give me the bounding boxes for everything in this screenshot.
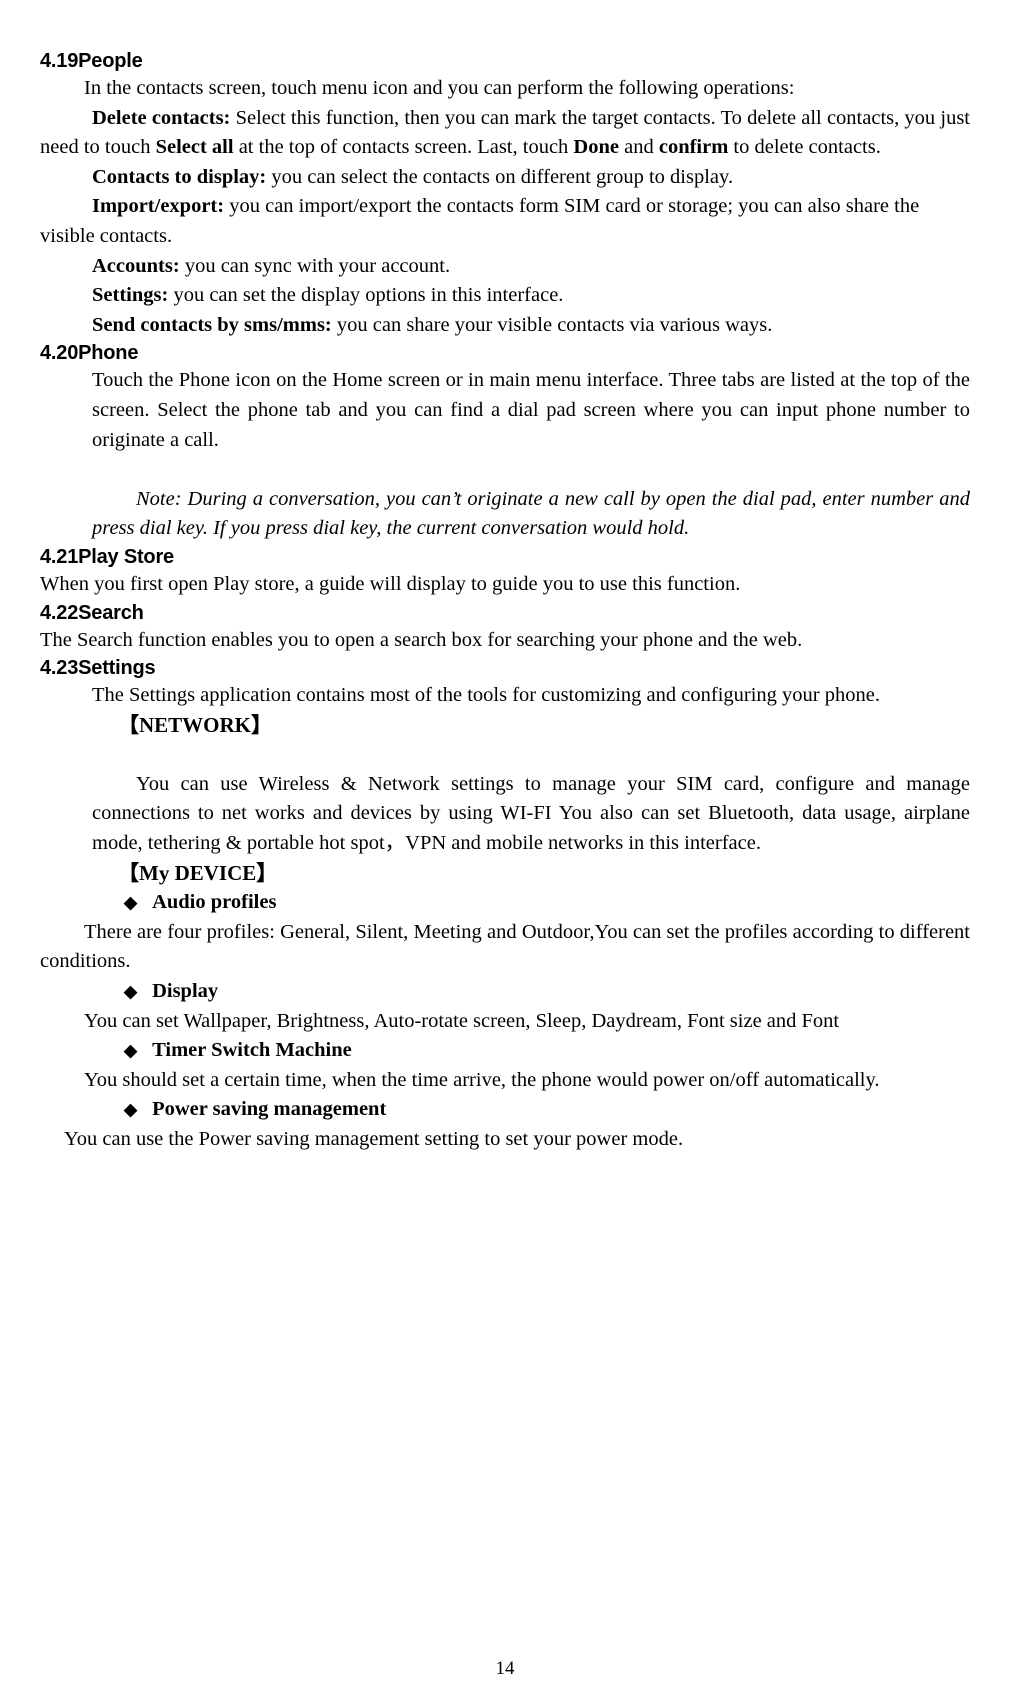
bullet-item-timer-switch-machine: ◆ Timer Switch Machine bbox=[124, 1036, 970, 1066]
bullet-title-power-saving-management: Power saving management bbox=[152, 1098, 387, 1121]
document-page: 4.19People In the contacts screen, touch… bbox=[0, 0, 1010, 1702]
heading-phone: 4.20Phone bbox=[40, 342, 139, 365]
delete-contacts-label: Delete contacts: bbox=[92, 106, 231, 129]
bullet-title-display: Display bbox=[152, 980, 219, 1003]
delete-contacts-text-3: and bbox=[618, 136, 659, 159]
heading-settings: 4.23Settings bbox=[40, 657, 156, 680]
settings-item-label: Settings: bbox=[92, 284, 169, 307]
people-settings-paragraph: Settings: you can set the display option… bbox=[40, 281, 970, 311]
bullet-title-timer-switch-machine: Timer Switch Machine bbox=[152, 1039, 352, 1062]
people-intro-text: In the contacts screen, touch menu icon … bbox=[84, 77, 795, 99]
select-all-label: Select all bbox=[155, 136, 234, 159]
heading-play-store: 4.21Play Store bbox=[40, 545, 174, 568]
heading-people: 4.19People bbox=[40, 50, 143, 72]
people-accounts-paragraph: Accounts: you can sync with your account… bbox=[40, 252, 970, 282]
settings-item-text: you can set the display options in this … bbox=[168, 284, 564, 307]
diamond-bullet-icon: ◆ bbox=[124, 893, 138, 913]
people-contacts-to-display-paragraph: Contacts to display: you can select the … bbox=[40, 163, 970, 193]
delete-contacts-text-2: at the top of contacts screen. Last, tou… bbox=[233, 136, 574, 159]
my-device-group-heading: 【My DEVICE】 bbox=[118, 860, 278, 885]
search-body-paragraph: The Search function enables you to open … bbox=[40, 628, 803, 651]
contacts-to-display-label: Contacts to display: bbox=[92, 165, 267, 188]
network-spacer bbox=[40, 740, 970, 770]
done-label: Done bbox=[573, 136, 619, 159]
import-export-label: Import/export: bbox=[92, 195, 225, 218]
heading-search: 4.22Search bbox=[40, 601, 144, 624]
bullet-item-power-saving-management: ◆ Power saving management bbox=[124, 1095, 970, 1125]
bullet-item-display: ◆ Display bbox=[124, 977, 970, 1007]
phone-note-paragraph: Note: During a conversation, you can’t o… bbox=[92, 487, 970, 540]
send-contacts-label: Send contacts by sms/mms: bbox=[92, 313, 332, 336]
people-intro-paragraph: In the contacts screen, touch menu icon … bbox=[40, 74, 970, 104]
bullet-body-audio-profiles: There are four profiles: General, Silent… bbox=[40, 920, 970, 973]
bullet-body-display: You can set Wallpaper, Brightness, Auto-… bbox=[84, 1009, 840, 1032]
phone-body-paragraph: Touch the Phone icon on the Home screen … bbox=[92, 369, 970, 451]
network-body-paragraph: You can use Wireless & Network settings … bbox=[92, 772, 970, 855]
accounts-label: Accounts: bbox=[92, 254, 180, 277]
diamond-bullet-icon: ◆ bbox=[124, 1041, 138, 1061]
contacts-to-display-text: you can select the contacts on different… bbox=[266, 165, 734, 188]
bullet-item-audio-profiles: ◆ Audio profiles bbox=[124, 888, 970, 918]
phone-note-spacer bbox=[40, 455, 970, 485]
people-import-export-paragraph: Import/export: you can import/export the… bbox=[40, 192, 970, 251]
play-store-body-paragraph: When you first open Play store, a guide … bbox=[40, 572, 741, 595]
send-contacts-text: you can share your visible contacts via … bbox=[331, 313, 773, 336]
settings-body-paragraph: The Settings application contains most o… bbox=[92, 684, 880, 707]
diamond-bullet-icon: ◆ bbox=[124, 982, 138, 1002]
bullet-title-audio-profiles: Audio profiles bbox=[152, 891, 277, 914]
page-number: 14 bbox=[495, 1658, 515, 1679]
accounts-text: you can sync with your account. bbox=[179, 254, 451, 277]
delete-contacts-text-4: to delete contacts. bbox=[728, 136, 881, 159]
bullet-body-power-saving-management: You can use the Power saving management … bbox=[64, 1128, 684, 1150]
people-send-contacts-paragraph: Send contacts by sms/mms: you can share … bbox=[40, 311, 970, 341]
people-delete-contacts-paragraph: Delete contacts: Select this function, t… bbox=[40, 104, 970, 163]
diamond-bullet-icon: ◆ bbox=[124, 1100, 138, 1120]
network-group-heading: 【NETWORK】 bbox=[118, 712, 273, 737]
confirm-label: confirm bbox=[658, 136, 729, 159]
bullet-body-timer-switch-machine: You should set a certain time, when the … bbox=[84, 1068, 880, 1091]
